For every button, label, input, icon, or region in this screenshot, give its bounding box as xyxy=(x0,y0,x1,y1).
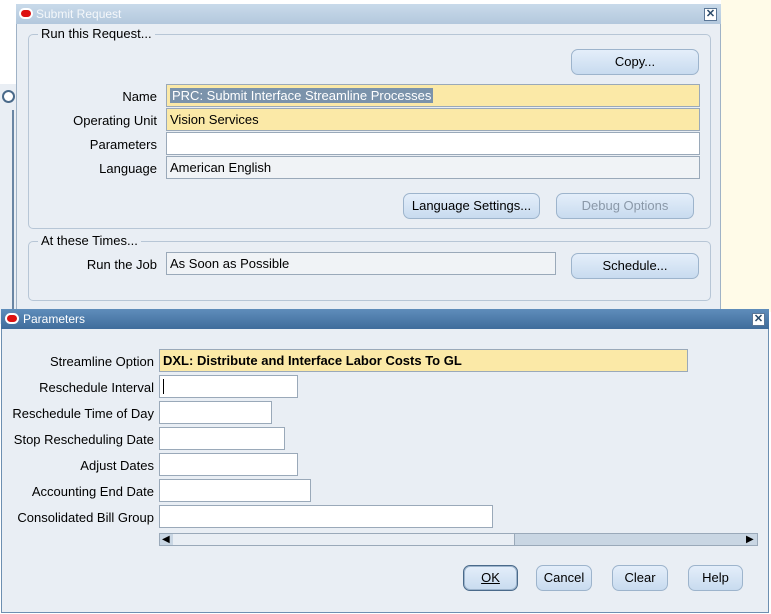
adjust-dates-field[interactable] xyxy=(159,453,298,476)
run-request-group-label: Run this Request... xyxy=(38,26,155,41)
language-label: Language xyxy=(99,161,157,176)
reschedule-interval-field[interactable] xyxy=(159,375,298,398)
accounting-end-date-label: Accounting End Date xyxy=(31,484,154,499)
language-settings-label: Language Settings... xyxy=(411,198,532,213)
copy-button[interactable]: Copy... xyxy=(571,49,699,75)
streamline-option-field[interactable]: DXL: Distribute and Interface Labor Cost… xyxy=(159,349,688,372)
run-job-label: Run the Job xyxy=(86,257,157,272)
background-window-icon xyxy=(2,90,15,103)
debug-options-label: Debug Options xyxy=(581,198,669,213)
stop-rescheduling-field[interactable] xyxy=(159,427,285,450)
operating-unit-value: Vision Services xyxy=(170,112,259,127)
scroll-left-arrow-icon[interactable]: ◀ xyxy=(162,533,170,546)
submit-request-titlebar[interactable] xyxy=(16,4,721,24)
background-area xyxy=(721,0,771,312)
schedule-button[interactable]: Schedule... xyxy=(571,253,699,279)
operating-unit-field[interactable]: Vision Services xyxy=(166,108,700,131)
language-field[interactable]: American English xyxy=(166,156,700,179)
name-label: Name xyxy=(122,89,157,104)
consolidated-bill-group-field[interactable] xyxy=(159,505,493,528)
accounting-end-date-field[interactable] xyxy=(159,479,311,502)
submit-request-title: Submit Request xyxy=(36,7,122,21)
oracle-logo-icon xyxy=(19,8,33,19)
parameters-titlebar[interactable] xyxy=(1,309,769,329)
clear-button[interactable]: Clear xyxy=(612,565,668,591)
close-icon[interactable]: ✕ xyxy=(752,313,765,326)
reschedule-interval-label: Reschedule Interval xyxy=(39,380,154,395)
run-job-field[interactable]: As Soon as Possible xyxy=(166,252,556,275)
parameters-label: Parameters xyxy=(89,137,157,152)
ok-button-label: OK xyxy=(481,570,500,585)
consolidated-bill-group-label: Consolidated Bill Group xyxy=(17,510,154,525)
schedule-button-label: Schedule... xyxy=(602,258,668,273)
debug-options-button[interactable]: Debug Options xyxy=(556,193,694,219)
close-icon[interactable]: ✕ xyxy=(704,8,717,21)
parameters-title: Parameters xyxy=(23,312,86,326)
oracle-logo-icon xyxy=(5,313,19,324)
run-job-value: As Soon as Possible xyxy=(170,256,290,271)
clear-button-label: Clear xyxy=(624,570,656,585)
times-group-label: At these Times... xyxy=(38,233,141,248)
parameters-field[interactable] xyxy=(166,132,700,155)
reschedule-time-label: Reschedule Time of Day xyxy=(12,406,154,421)
background-window-border xyxy=(12,110,14,310)
stop-rescheduling-label: Stop Rescheduling Date xyxy=(13,432,154,447)
name-field[interactable]: PRC: Submit Interface Streamline Process… xyxy=(166,84,700,107)
streamline-option-value: DXL: Distribute and Interface Labor Cost… xyxy=(163,353,462,368)
language-settings-button[interactable]: Language Settings... xyxy=(403,193,540,219)
name-field-value: PRC: Submit Interface Streamline Process… xyxy=(170,88,434,103)
reschedule-time-field[interactable] xyxy=(159,401,272,424)
cancel-button-label: Cancel xyxy=(543,570,585,585)
operating-unit-label: Operating Unit xyxy=(73,113,157,128)
help-button-label: Help xyxy=(702,570,729,585)
ok-button[interactable]: OK xyxy=(463,565,518,591)
scroll-right-arrow-icon[interactable]: ▶ xyxy=(746,533,754,546)
copy-button-label: Copy... xyxy=(614,54,656,69)
help-button[interactable]: Help xyxy=(688,565,743,591)
adjust-dates-label: Adjust Dates xyxy=(80,458,154,473)
language-value: American English xyxy=(170,160,272,175)
streamline-option-label: Streamline Option xyxy=(49,354,154,369)
text-cursor xyxy=(163,379,164,394)
cancel-button[interactable]: Cancel xyxy=(536,565,592,591)
scrollbar-thumb[interactable] xyxy=(173,534,515,545)
